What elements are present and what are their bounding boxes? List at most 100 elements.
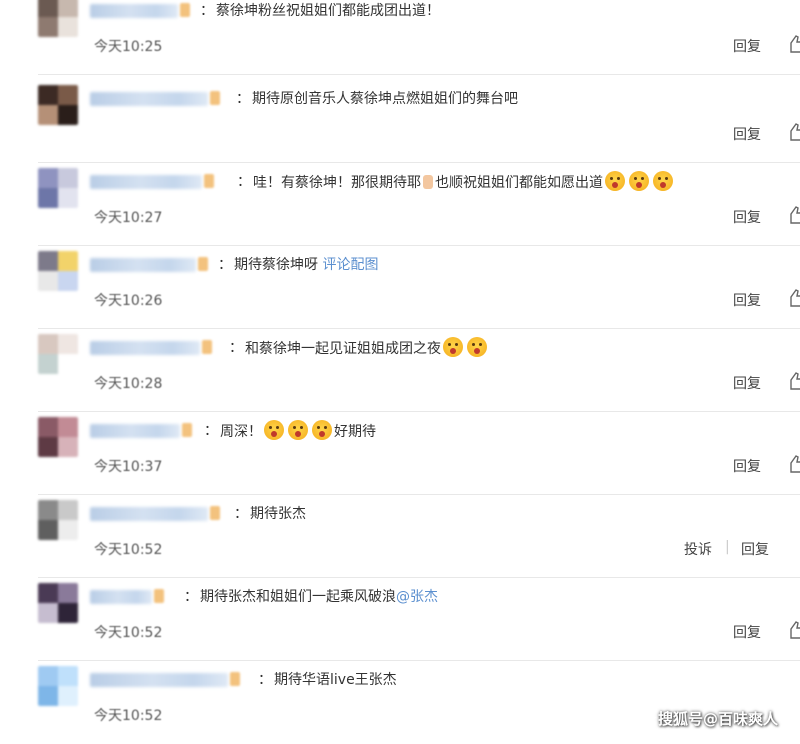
comment-colon: ： bbox=[234, 506, 248, 522]
crying-emoji-icon bbox=[264, 420, 284, 440]
comment-text-segment: 期待张杰 bbox=[250, 506, 306, 522]
comment-link[interactable]: 评论配图 bbox=[322, 257, 378, 273]
comment-text: 期待张杰和姐姐们一起乘风破浪@张杰 bbox=[200, 586, 438, 606]
avatar[interactable] bbox=[38, 0, 78, 37]
username-blurred[interactable] bbox=[90, 92, 208, 106]
avatar[interactable] bbox=[38, 417, 78, 457]
reply-button[interactable]: 回复 bbox=[733, 373, 761, 393]
action-separator: | bbox=[725, 539, 730, 555]
avatar[interactable] bbox=[38, 583, 78, 623]
comment-text: 和蔡徐坤一起见证姐姐成团之夜 bbox=[245, 337, 489, 358]
username-blurred[interactable] bbox=[90, 341, 200, 355]
thumbs-up-icon[interactable] bbox=[789, 371, 800, 391]
crying-emoji-icon bbox=[467, 337, 487, 357]
row-divider bbox=[38, 74, 800, 75]
comment-text-segment: 期待华语live王张杰 bbox=[274, 672, 397, 688]
comment-colon: ： bbox=[218, 257, 232, 273]
ok-hand-icon bbox=[423, 175, 433, 189]
comment-text-segment: 哇！有蔡徐坤！那很期待耶 bbox=[253, 175, 421, 191]
comment-time: 今天10:28 bbox=[94, 376, 163, 392]
avatar[interactable] bbox=[38, 666, 78, 706]
comment-time: 今天10:52 bbox=[94, 625, 163, 641]
username-blurred[interactable] bbox=[90, 4, 178, 18]
watermark: 搜狐号@百味爽人 bbox=[657, 710, 778, 728]
vip-badge-icon bbox=[210, 506, 220, 520]
comment-text: 期待张杰 bbox=[250, 503, 306, 523]
reply-button[interactable]: 回复 bbox=[741, 539, 769, 559]
thumbs-up-icon[interactable] bbox=[789, 122, 800, 142]
thumbs-up-icon[interactable] bbox=[789, 454, 800, 474]
crying-emoji-icon bbox=[288, 420, 308, 440]
thumbs-up-icon[interactable] bbox=[789, 288, 800, 308]
avatar[interactable] bbox=[38, 334, 78, 374]
comment-item: ：周深！ 好期待今天10:37 回复 bbox=[0, 412, 800, 495]
comment-time: 今天10:26 bbox=[94, 293, 163, 309]
username-blurred[interactable] bbox=[90, 175, 202, 189]
report-button[interactable]: 投诉 bbox=[684, 539, 712, 559]
avatar[interactable] bbox=[38, 500, 78, 540]
thumbs-up-icon[interactable] bbox=[789, 34, 800, 54]
vip-badge-icon bbox=[182, 423, 192, 437]
comment-text: 蔡徐坤粉丝祝姐姐们都能成团出道！ bbox=[216, 0, 440, 20]
vip-badge-icon bbox=[154, 589, 164, 603]
comment-text: 期待蔡徐坤呀 评论配图 bbox=[234, 254, 378, 274]
crying-emoji-icon bbox=[605, 171, 625, 191]
vip-badge-icon bbox=[210, 91, 220, 105]
crying-emoji-icon bbox=[312, 420, 332, 440]
comment-item: ：期待张杰今天10:52 投诉 | 回复 bbox=[0, 495, 800, 578]
comment-item: ：期待张杰和姐姐们一起乘风破浪@张杰今天10:52 回复 bbox=[0, 578, 800, 661]
crying-emoji-icon bbox=[653, 171, 673, 191]
vip-badge-icon bbox=[202, 340, 212, 354]
thumbs-up-icon[interactable] bbox=[789, 205, 800, 225]
vip-badge-icon bbox=[198, 257, 208, 271]
comment-item: ：期待华语live王张杰 今天10:52 bbox=[0, 661, 800, 744]
crying-emoji-icon bbox=[443, 337, 463, 357]
comment-text-segment: 好期待 bbox=[334, 424, 376, 440]
reply-button[interactable]: 回复 bbox=[733, 36, 761, 56]
reply-button[interactable]: 回复 bbox=[733, 290, 761, 310]
comment-item: ：期待原创音乐人蔡徐坤点燃姐姐们的舞台吧回复 bbox=[0, 80, 800, 163]
comment-text-segment: 期待原创音乐人蔡徐坤点燃姐姐们的舞台吧 bbox=[252, 91, 518, 107]
comment-colon: ： bbox=[184, 589, 198, 605]
comment-colon: ： bbox=[236, 91, 250, 107]
comment-time: 今天10:52 bbox=[94, 708, 163, 724]
comment-text: 周深！ 好期待 bbox=[220, 420, 376, 441]
comment-time: 今天10:52 bbox=[94, 542, 163, 558]
comment-time: 今天10:27 bbox=[94, 210, 163, 226]
comment-item: ：蔡徐坤粉丝祝姐姐们都能成团出道！ 今天10:25 回复 bbox=[0, 0, 800, 75]
reply-button[interactable]: 回复 bbox=[733, 622, 761, 642]
comment-time: 今天10:37 bbox=[94, 459, 163, 475]
comment-text-segment: 期待蔡徐坤呀 bbox=[234, 257, 323, 273]
vip-badge-icon bbox=[204, 174, 214, 188]
comment-colon: ： bbox=[237, 174, 251, 190]
comment-colon: ： bbox=[200, 3, 214, 19]
reply-button[interactable]: 回复 bbox=[733, 124, 761, 144]
avatar[interactable] bbox=[38, 168, 78, 208]
username-blurred[interactable] bbox=[90, 590, 152, 604]
comment-item: ：和蔡徐坤一起见证姐姐成团之夜今天10:28 回复 bbox=[0, 329, 800, 412]
comment-text: 哇！有蔡徐坤！那很期待耶 也顺祝姐姐们都能如愿出道 bbox=[253, 171, 675, 192]
comment-link[interactable]: @张杰 bbox=[396, 589, 438, 605]
comment-text-segment: 也顺祝姐姐们都能如愿出道 bbox=[435, 175, 603, 191]
comment-text-segment: 周深！ bbox=[220, 424, 262, 440]
comment-colon: ： bbox=[229, 340, 243, 356]
reply-button[interactable]: 回复 bbox=[733, 207, 761, 227]
vip-badge-icon bbox=[180, 3, 190, 17]
comment-text-segment: 期待张杰和姐姐们一起乘风破浪 bbox=[200, 589, 396, 605]
thumbs-up-icon[interactable] bbox=[789, 620, 800, 640]
username-blurred[interactable] bbox=[90, 673, 228, 687]
comment-text-segment: 和蔡徐坤一起见证姐姐成团之夜 bbox=[245, 341, 441, 357]
comment-time: 今天10:25 bbox=[94, 39, 163, 55]
avatar[interactable] bbox=[38, 85, 78, 125]
crying-emoji-icon bbox=[629, 171, 649, 191]
username-blurred[interactable] bbox=[90, 507, 208, 521]
username-blurred[interactable] bbox=[90, 258, 196, 272]
comment-text: 期待原创音乐人蔡徐坤点燃姐姐们的舞台吧 bbox=[252, 88, 518, 108]
reply-button[interactable]: 回复 bbox=[733, 456, 761, 476]
vip-badge-icon bbox=[230, 672, 240, 686]
comment-text: 期待华语live王张杰 bbox=[274, 669, 397, 689]
username-blurred[interactable] bbox=[90, 424, 180, 438]
comment-colon: ： bbox=[204, 423, 218, 439]
comment-list: ：蔡徐坤粉丝祝姐姐们都能成团出道！ 今天10:25 回复：期待原创音乐人蔡徐坤点燃姐… bbox=[0, 0, 800, 738]
avatar[interactable] bbox=[38, 251, 78, 291]
